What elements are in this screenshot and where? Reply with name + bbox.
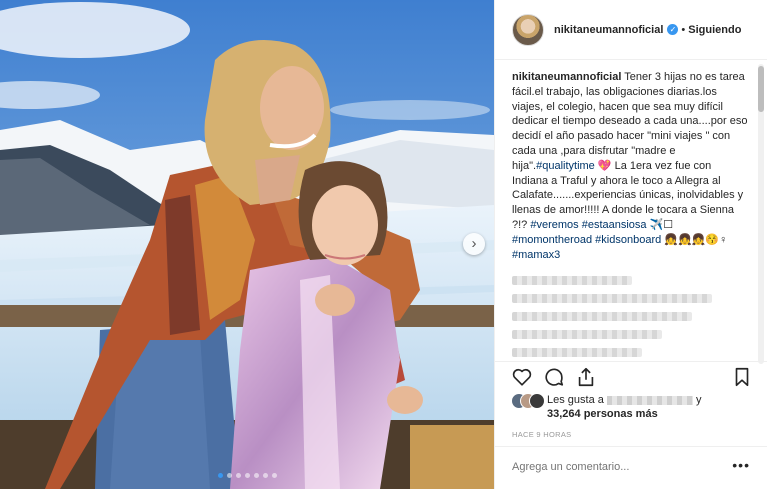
likes-text: Les gusta a y 33,264 personas más [547,393,702,421]
hashtag-momontheroad[interactable]: #momontheroad [512,234,592,246]
avatar[interactable] [512,13,544,46]
carousel-dot-active [217,473,223,478]
share-icon[interactable] [575,366,597,388]
comment-icon[interactable] [543,366,565,388]
likes-summary: Les gusta a y 33,264 personas más [511,393,702,421]
post-photo[interactable]: › [0,0,494,489]
blurred-liker-name [606,395,693,405]
blurred-comment [512,276,632,286]
caption-text-1: Tener 3 hijas no es tarea fácil.el traba… [512,71,748,172]
post-actions [495,361,767,391]
header-separator: • [681,23,686,36]
carousel-dot [226,473,232,478]
caption-scrollbar-thumb[interactable] [758,66,764,112]
carousel-dot [253,473,259,478]
likes-and: y [696,394,702,406]
liker-avatars [511,393,545,411]
post-header: nikitaneumannoficial ✓ • Siguiendo [495,0,767,60]
carousel-dot [271,473,277,478]
blurred-comment [512,348,642,358]
hashtag-veremos[interactable]: #veremos [530,219,578,231]
next-photo-button[interactable]: › [463,233,485,255]
carousel-dot [244,473,250,478]
comment-input[interactable] [512,461,712,473]
carousel-dot [235,473,241,478]
caption-emoji-girls: 👧👧👧😚♀ [661,233,728,246]
likes-prefix: Les gusta a [547,394,604,406]
blurred-comment [512,294,712,304]
more-options-icon[interactable]: ••• [732,457,750,473]
following-button[interactable]: Siguiendo [688,24,741,36]
comment-bar: ••• [495,446,767,489]
caption-emoji-plane: ✈️☐ [646,218,674,231]
header-username[interactable]: nikitaneumannoficial [554,24,663,36]
verified-badge-icon: ✓ [667,24,679,35]
hashtag-kidsonboard[interactable]: #kidsonboard [595,234,661,246]
post-side-panel: nikitaneumannoficial ✓ • Siguiendo nikit… [494,0,767,489]
hashtag-mamax3[interactable]: #mamax3 [512,249,560,261]
heart-icon[interactable] [511,366,533,388]
blurred-comment [512,330,662,340]
liker-avatar[interactable] [529,393,545,409]
chevron-right-icon: › [471,235,477,252]
caption-emoji-heart: 💖 [594,159,612,172]
carousel-dot [262,473,268,478]
hashtag-qualitytime[interactable]: #qualitytime [536,160,595,172]
blurred-comment [512,312,692,322]
photo-image [0,0,494,489]
bookmark-icon[interactable] [731,366,753,388]
caption: nikitaneumannoficial Tener 3 hijas no es… [512,70,748,360]
post-timestamp[interactable]: HACE 9 HORAS [512,430,571,439]
carousel-indicator [0,473,494,478]
caption-username[interactable]: nikitaneumannoficial [512,71,621,83]
hashtag-estaansiosa[interactable]: #estaansiosa [582,219,647,231]
likes-count[interactable]: 33,264 personas más [547,408,658,420]
